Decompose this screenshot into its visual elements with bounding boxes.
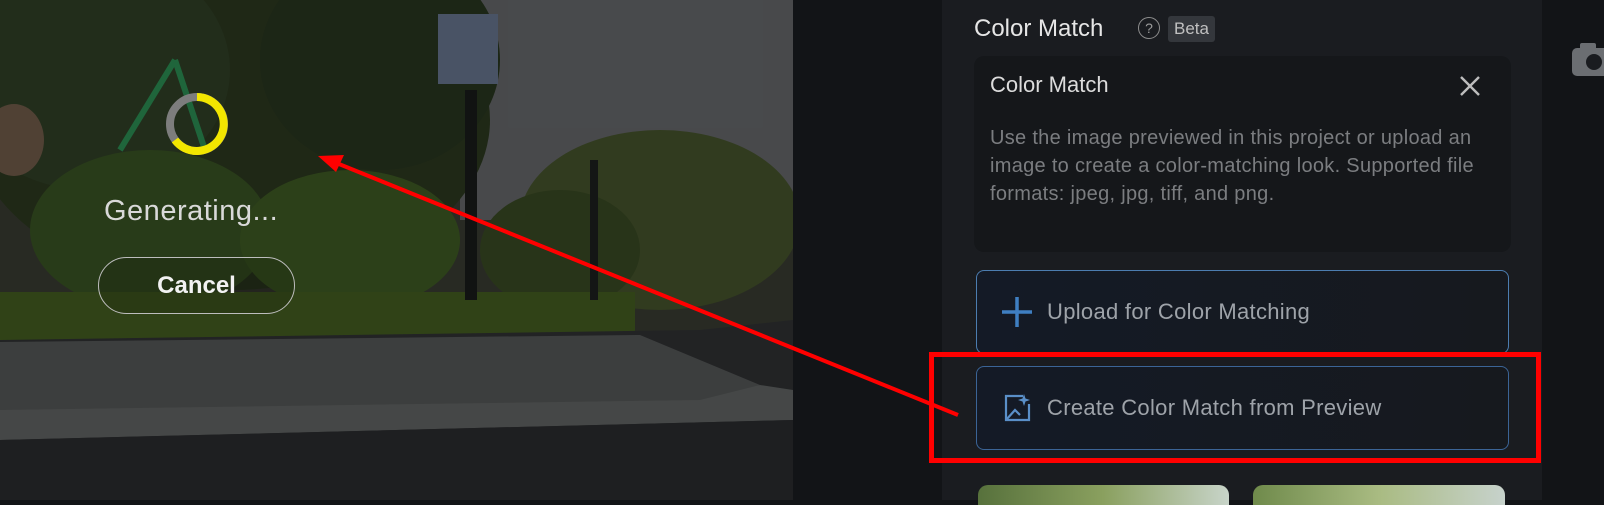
info-card-text: Use the image previewed in this project …: [990, 127, 1474, 205]
image-preview: Generating... Cancel: [0, 0, 793, 500]
loading-overlay: [0, 0, 793, 500]
panel-title: Color Match: [974, 15, 1104, 42]
cancel-button[interactable]: Cancel: [98, 257, 295, 314]
info-card-title: Color Match: [990, 72, 1109, 97]
generating-status-text: Generating...: [104, 195, 279, 227]
beta-badge: Beta: [1168, 16, 1215, 42]
camera-icon[interactable]: [1572, 40, 1604, 80]
look-thumbnail[interactable]: [1253, 485, 1505, 505]
help-circle-icon[interactable]: ?: [1138, 17, 1160, 39]
look-thumbnail[interactable]: [978, 485, 1229, 505]
plus-icon: [999, 294, 1035, 330]
loading-spinner-icon: [164, 91, 230, 157]
close-icon[interactable]: [1456, 72, 1484, 100]
annotation-highlight-box: [929, 352, 1541, 463]
upload-for-color-matching-button[interactable]: Upload for Color Matching: [976, 270, 1509, 354]
upload-button-label: Upload for Color Matching: [1047, 299, 1311, 324]
